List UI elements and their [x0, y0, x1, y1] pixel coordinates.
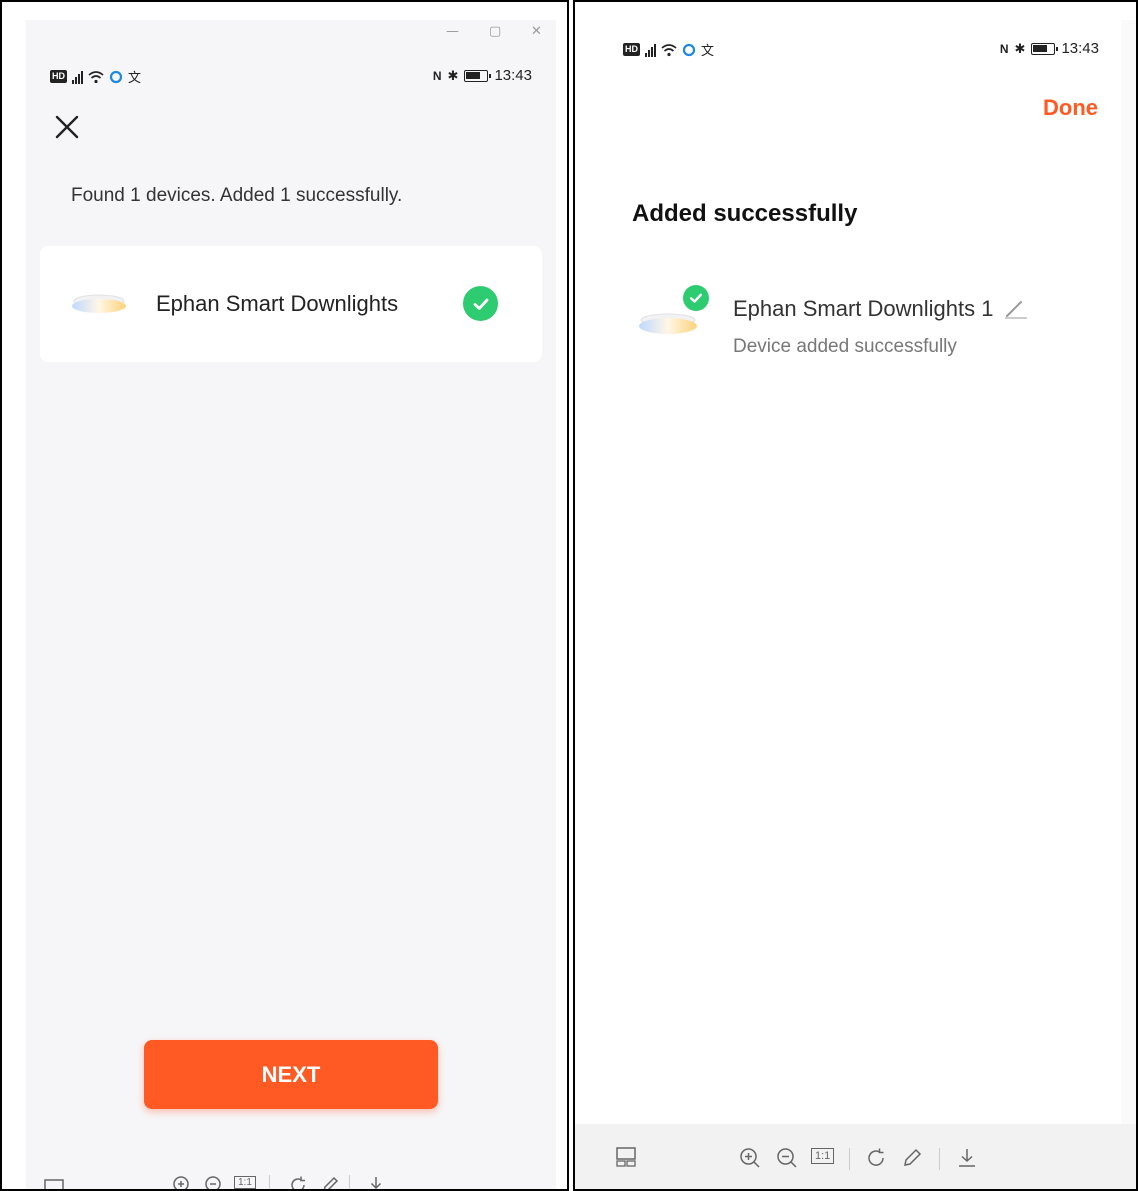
download-icon[interactable] — [366, 1175, 386, 1189]
check-icon — [463, 286, 498, 321]
status-time: 13:43 — [1061, 40, 1099, 57]
close-button[interactable] — [52, 112, 82, 142]
signal-icon — [72, 70, 83, 84]
window-minimize-icon[interactable]: — — [446, 24, 459, 39]
bluetooth-icon: ✱ — [1014, 40, 1026, 56]
left-screenshot-panel: — ▢ ✕ HD 文 N ✱ 13:43 Found 1 devices. Ad… — [0, 0, 569, 1191]
translate-icon: 文 — [128, 70, 142, 85]
left-image-viewer: — ▢ ✕ HD 文 N ✱ 13:43 Found 1 devices. Ad… — [26, 20, 556, 1189]
status-time: 13:43 — [494, 67, 532, 84]
nfc-icon: N — [999, 41, 1009, 56]
wifi-icon — [88, 70, 104, 83]
found-devices-message: Found 1 devices. Added 1 successfully. — [71, 185, 403, 206]
zoom-in-icon[interactable] — [739, 1147, 761, 1174]
zoom-out-icon[interactable] — [204, 1175, 224, 1189]
device-name: Ephan Smart Downlights — [156, 291, 399, 316]
done-button[interactable]: Done — [1043, 95, 1098, 121]
wifi-icon — [661, 43, 677, 56]
downlight-icon — [72, 294, 126, 313]
viewer-toolbar: 1:1 — [575, 1124, 1136, 1189]
phone-status-bar: HD 文 N ✱ 13:43 — [50, 65, 532, 89]
actual-size-button[interactable]: 1:1 — [811, 1148, 835, 1164]
app-notification-icon — [109, 70, 123, 83]
phone-status-bar: HD 文 N ✱ 13:43 — [623, 38, 1099, 62]
rotate-icon[interactable] — [288, 1175, 308, 1189]
bluetooth-icon: ✱ — [447, 67, 459, 83]
next-button[interactable]: NEXT — [144, 1040, 438, 1109]
right-image-viewer: HD 文 N ✱ 13:43 Done Added successfully E… — [589, 20, 1121, 1124]
window-maximize-icon[interactable]: ▢ — [489, 24, 501, 39]
layout-icon[interactable] — [44, 1179, 64, 1189]
pen-icon[interactable] — [320, 1175, 340, 1189]
close-icon — [55, 115, 79, 139]
window-controls: — ▢ ✕ — [26, 20, 556, 48]
hd-icon: HD — [623, 43, 640, 56]
device-card[interactable]: Ephan Smart Downlights — [40, 246, 542, 362]
downlight-icon — [639, 313, 697, 334]
check-icon — [683, 285, 709, 311]
zoom-out-icon[interactable] — [776, 1147, 798, 1174]
signal-icon — [645, 43, 656, 57]
hd-icon: HD — [50, 70, 67, 83]
nfc-icon: N — [432, 68, 442, 83]
window-close-icon[interactable]: ✕ — [531, 24, 542, 39]
device-name: Ephan Smart Downlights 1 — [733, 296, 994, 321]
pen-icon[interactable] — [901, 1147, 923, 1174]
device-status-text: Device added successfully — [733, 336, 957, 357]
page-title: Added successfully — [632, 200, 858, 227]
battery-icon — [1031, 42, 1059, 55]
download-icon[interactable] — [956, 1147, 978, 1174]
zoom-in-icon[interactable] — [172, 1175, 192, 1189]
actual-size-button[interactable]: 1:1 — [234, 1176, 256, 1189]
layout-icon[interactable] — [615, 1146, 637, 1173]
right-screenshot-panel: HD 文 N ✱ 13:43 Done Added successfully E… — [573, 0, 1138, 1191]
device-name-row: Ephan Smart Downlights 1 — [733, 296, 1029, 322]
translate-icon: 文 — [701, 43, 715, 58]
edit-icon[interactable] — [1003, 298, 1029, 320]
battery-icon — [464, 69, 492, 82]
viewer-toolbar: 1:1 — [44, 1175, 544, 1189]
rotate-icon[interactable] — [865, 1147, 887, 1174]
app-notification-icon — [682, 43, 696, 56]
